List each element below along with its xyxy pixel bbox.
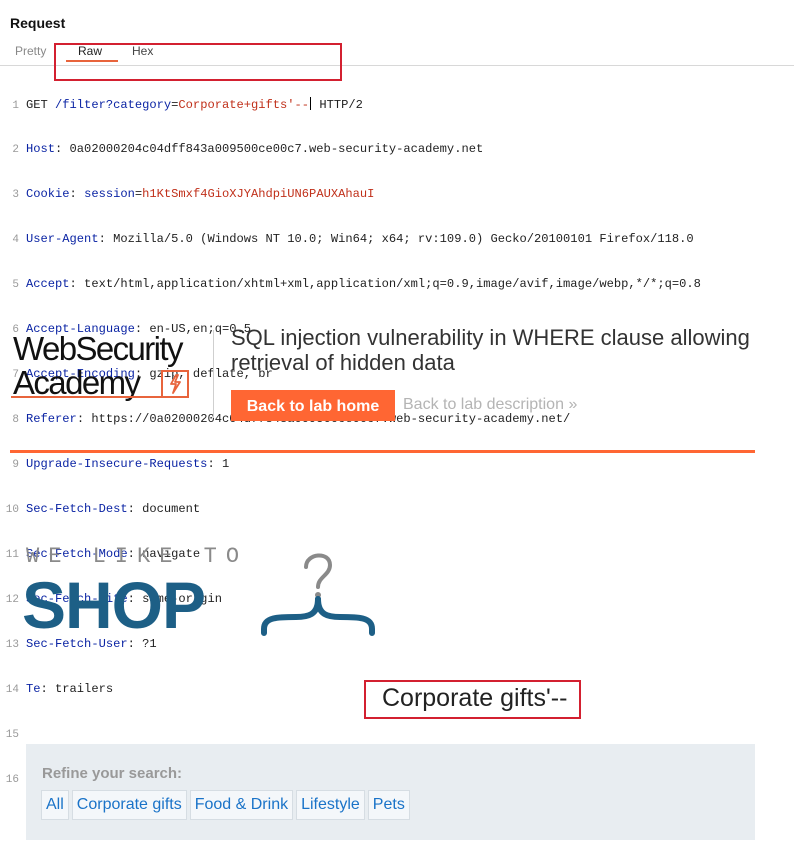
http-method: GET <box>26 98 56 112</box>
request-line-1[interactable]: 1 GET /filter?category=Corporate+gifts'--… <box>0 97 794 112</box>
web-security-academy-logo[interactable]: WebSecurity Academy <box>11 330 211 402</box>
header-line[interactable]: 8Referer: https://0a02000204c04dff843a00… <box>0 412 794 427</box>
header-value: : Mozilla/5.0 (Windows NT 10.0; Win64; x… <box>98 232 694 246</box>
header-key: Accept <box>26 277 70 291</box>
header-line[interactable]: 9 Upgrade-Insecure-Requests: 1 <box>0 457 794 472</box>
query-param-value: Corporate+gifts'-- <box>178 98 310 112</box>
filter-all[interactable]: All <box>41 790 69 820</box>
filter-pets[interactable]: Pets <box>367 790 410 820</box>
header-line[interactable]: 10 Sec-Fetch-Dest: document <box>0 502 794 517</box>
cookie-key: session <box>84 187 135 201</box>
request-path: /filter? <box>55 98 114 112</box>
back-to-lab-description-link[interactable]: Back to lab description » <box>403 396 577 414</box>
filter-corporate-gifts[interactable]: Corporate gifts <box>71 790 187 820</box>
header-line[interactable]: 4 User-Agent: Mozilla/5.0 (Windows NT 10.… <box>0 232 794 247</box>
header-value: : document <box>127 502 201 516</box>
hanger-icon <box>261 553 375 636</box>
request-view-tabs: Pretty Raw Hex <box>0 41 794 66</box>
header-key: Host <box>26 142 56 156</box>
header-value: : 1 <box>207 457 230 471</box>
lab-title: SQL injection vulnerability in WHERE cla… <box>231 325 750 375</box>
header-key: Cookie <box>26 187 70 201</box>
header-value: : trailers <box>40 682 114 696</box>
header-key: Referer <box>26 412 77 426</box>
empty-line[interactable]: 15 <box>0 727 794 742</box>
filter-food-drink[interactable]: Food & Drink <box>189 790 294 820</box>
double-chevron-right-icon: » <box>568 396 578 413</box>
refine-search-panel: Refine your search: All Corporate gifts … <box>26 744 755 840</box>
header-line[interactable]: 2 Host: 0a02000204c04dff843a009500ce00c7.… <box>0 142 794 157</box>
header-key: Upgrade-Insecure-Requests <box>26 457 208 471</box>
header-key: Te <box>26 682 41 696</box>
http-protocol: HTTP/2 <box>312 98 363 112</box>
active-tab-indicator <box>66 60 118 62</box>
shop-tagline: WE LIKE TO <box>26 544 249 569</box>
tab-pretty[interactable]: Pretty <box>15 44 46 58</box>
query-param-key: category <box>113 98 172 112</box>
header-value: : 0a02000204c04dff843a009500ce00c7.web-s… <box>55 142 484 156</box>
header-key: User-Agent <box>26 232 99 246</box>
request-panel-title: Request <box>10 15 66 31</box>
highlight-box-category <box>364 680 581 719</box>
shop-brand: SHOP <box>22 568 206 642</box>
tab-hex[interactable]: Hex <box>132 44 153 58</box>
header-line[interactable]: 3 Cookie: session=h1KtSmxf4GioXJYAhdpiUN6… <box>0 187 794 202</box>
logo-line-1: WebSecurity <box>13 330 183 367</box>
tab-raw[interactable]: Raw <box>78 44 102 58</box>
banner-divider <box>213 330 214 418</box>
header-value: : text/html,application/xhtml+xml,applic… <box>69 277 701 291</box>
logo-underline <box>11 396 161 398</box>
header-key: Sec-Fetch-Dest <box>26 502 128 516</box>
lightning-bolt-icon <box>161 370 189 398</box>
filter-lifestyle[interactable]: Lifestyle <box>296 790 365 820</box>
banner-separator <box>10 450 755 453</box>
header-line[interactable]: 5 Accept: text/html,application/xhtml+xml… <box>0 277 794 292</box>
refine-label: Refine your search: <box>42 765 183 782</box>
cookie-value: h1KtSmxf4GioXJYAhdpiUN6PAUXAhauI <box>142 187 375 201</box>
back-to-lab-home-button[interactable]: Back to lab home <box>231 390 395 421</box>
text-cursor <box>310 97 312 110</box>
category-filters: All Corporate gifts Food & Drink Lifesty… <box>41 790 410 820</box>
